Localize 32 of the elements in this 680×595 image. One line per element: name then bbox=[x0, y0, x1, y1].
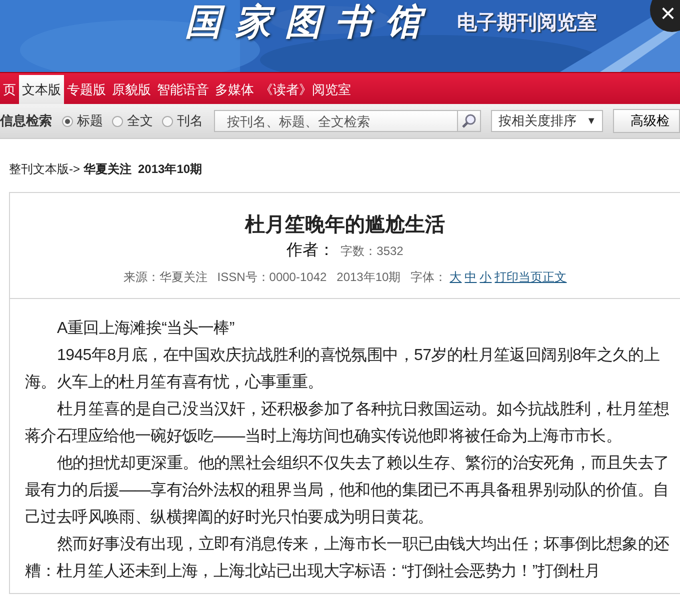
nav-tab[interactable]: 专题版 bbox=[64, 75, 109, 104]
nav-tab[interactable]: 《读者》阅览室 bbox=[257, 75, 354, 104]
author-label: 作者： bbox=[286, 242, 335, 259]
search-scope-radio[interactable]: 刊名 bbox=[162, 112, 203, 130]
article-title: 杜月笙晚年的尴尬生活 bbox=[244, 213, 446, 238]
nav-tab[interactable]: 多媒体 bbox=[212, 75, 257, 104]
advanced-search-button[interactable]: 高级检 bbox=[613, 109, 680, 133]
search-icon bbox=[461, 113, 478, 129]
caret-icon: ▼ bbox=[586, 116, 596, 126]
nav-tab[interactable]: 原貌版 bbox=[109, 75, 154, 104]
word-count: 字数：3532 bbox=[340, 244, 404, 258]
nav-tab[interactable]: 文本版 bbox=[19, 75, 64, 104]
print-link[interactable]: 打印当页正文 bbox=[494, 270, 567, 284]
nav-tab[interactable]: 页 bbox=[0, 75, 19, 104]
logo-text: 国家图书馆 bbox=[185, 0, 435, 44]
search-scope-radio[interactable]: 标题 bbox=[62, 112, 103, 130]
article-meta: 来源：华夏关注 ISSN号：0000-1042 2013年10期 字体： bbox=[123, 270, 447, 284]
site-subtitle: 电子期刊阅览室 bbox=[457, 10, 597, 36]
nav-tab[interactable]: 智能语音 bbox=[154, 75, 212, 104]
font-size-link[interactable]: 大 bbox=[450, 270, 462, 284]
search-field[interactable]: 按刊名、标题、全文检索 bbox=[214, 110, 457, 132]
sort-dropdown[interactable]: 按相关度排序 ▼ bbox=[491, 110, 604, 132]
breadcrumb: 整刊文本版-> 华夏关注 2013年10期 bbox=[9, 161, 204, 178]
article-paragraph: 杜月笙喜的是自己没当汉奸，还积极参加了各种抗日救国运动。如今抗战胜利，杜月笙想蒋介石理应给他一碗好饭吃——当时上海坊间也确实传说他即将被任命为上海市市长。 bbox=[25, 400, 670, 447]
search-scope-radio[interactable]: 全文 bbox=[112, 112, 153, 130]
article-paragraph: 他的担忧却更深重。他的黑社会组织不仅失去了赖以生存、繁衍的治安死角，而且失去了最有力的后援——享有治外法权的租界当局，他和他的集团已不再具备租界别动队的价值。自己过去呼风唤雨、纵横捭阖的好时光只怕要成为明日黄花。 bbox=[25, 454, 670, 528]
article-paragraph: 1945年8月底，在中国欢庆抗战胜利的喜悦氛围中，57岁的杜月笙返回阔别8年之久的上海。火车上的杜月笙有喜有忧，心事重重。 bbox=[25, 346, 661, 393]
search-button[interactable] bbox=[456, 110, 482, 132]
font-size-link[interactable]: 中 bbox=[464, 270, 477, 284]
article-paragraph: 然而好事没有出现，立即有消息传来，上海市长一职已由钱大均出任；坏事倒比想象的还糟：杜月笙人还未到上海，上海北站已出现大字标语：“打倒社会恶势力！”打倒杜月 bbox=[25, 534, 670, 582]
article-paragraph: A重回上海滩挨“当头一棒” bbox=[56, 318, 236, 339]
font-size-link[interactable]: 小 bbox=[480, 270, 492, 284]
